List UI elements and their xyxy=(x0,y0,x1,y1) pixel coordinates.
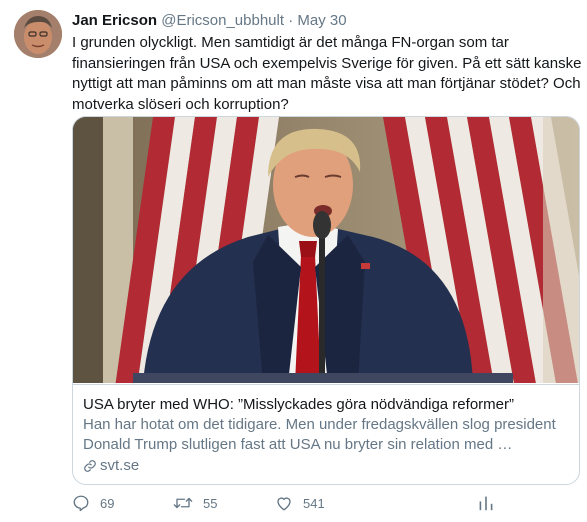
tweet-actions: 69 55 541 xyxy=(72,494,532,516)
reply-icon xyxy=(73,495,89,512)
link-icon xyxy=(84,460,96,472)
like-count: 541 xyxy=(303,495,325,511)
reply-count: 69 xyxy=(100,495,115,511)
tweet-date[interactable]: May 30 xyxy=(297,12,346,29)
card-description: Han har hotat om det tidigare. Men under… xyxy=(83,416,556,453)
tweet: Jan Ericson @Ericson_ubbhult · May 30 I … xyxy=(0,0,587,522)
tweet-header: Jan Ericson @Ericson_ubbhult · May 30 xyxy=(72,11,347,31)
card-body[interactable]: USA bryter med WHO: ”Misslyckades göra n… xyxy=(73,384,579,476)
card-domain-text: svt.se xyxy=(100,457,140,474)
tweet-text: I grunden olyckligt. Men samtidigt är de… xyxy=(72,34,582,113)
heart-icon xyxy=(277,497,291,511)
card-domain[interactable]: svt.se xyxy=(83,456,569,476)
analytics-icon xyxy=(479,496,493,511)
separator-dot: · xyxy=(288,12,294,29)
avatar[interactable] xyxy=(14,10,62,58)
card-title[interactable]: USA bryter med WHO: ”Misslyckades göra n… xyxy=(83,395,569,415)
author-handle[interactable]: @Ericson_ubbhult xyxy=(161,12,284,29)
like-button[interactable]: 541 xyxy=(275,494,325,512)
retweet-count: 55 xyxy=(203,495,218,511)
retweet-icon xyxy=(173,497,193,509)
author-name[interactable]: Jan Ericson xyxy=(72,12,157,29)
reply-button[interactable]: 69 xyxy=(72,494,114,512)
link-card[interactable]: USA bryter med WHO: ”Misslyckades göra n… xyxy=(72,116,580,485)
analytics-button[interactable] xyxy=(478,494,494,512)
retweet-button[interactable]: 55 xyxy=(173,494,217,512)
card-image[interactable] xyxy=(73,117,579,383)
